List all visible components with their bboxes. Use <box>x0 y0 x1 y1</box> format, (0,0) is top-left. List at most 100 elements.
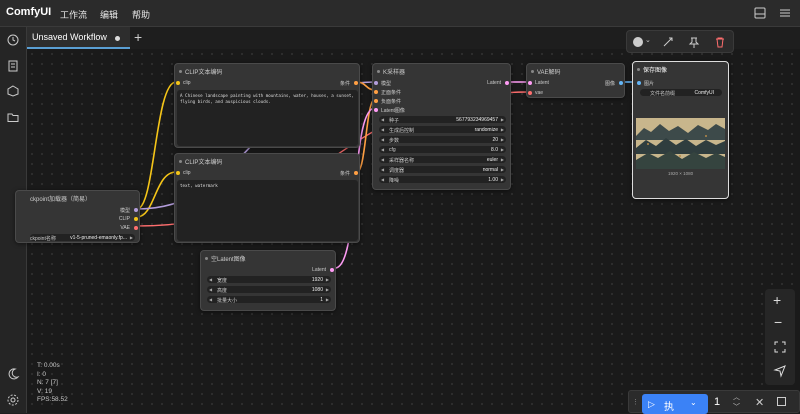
checkpoint-loader-node[interactable]: ckpoint加载器（简易） 模型 CLIP VAE ckpoint名称 v1-… <box>15 190 140 243</box>
ckpt-name-widget[interactable]: ckpoint名称 v1-5-pruned-emaonly.fp... ▶ <box>30 234 135 242</box>
node-title: 保存图像 <box>643 68 668 74</box>
generated-image-preview[interactable] <box>636 118 725 169</box>
input-model: 模型 <box>381 81 392 87</box>
stat-iter: I: 0 <box>37 370 47 378</box>
latent-output-dot[interactable] <box>505 81 509 85</box>
seed-widget[interactable]: ◀ 种子 567793234969457 ▶ <box>379 116 506 124</box>
model-output-dot[interactable] <box>134 208 138 212</box>
hamburger-menu-icon[interactable] <box>778 6 792 20</box>
output-conditioning: 条件 <box>339 81 350 87</box>
save-image-node[interactable]: 保存图像 图片 文件名前缀 ComfyUI 1920 × 1080 <box>632 61 729 199</box>
theme-moon-icon[interactable] <box>6 367 20 381</box>
node-library-icon[interactable] <box>6 84 20 98</box>
queue-panel: ⋮⋮ ▷ 执 ⌄ 1 ︿ ﹀ ✕ <box>628 390 800 414</box>
app-logo: ComfyUI <box>6 6 52 18</box>
height-widget[interactable]: ◀ 高度 1080 ▶ <box>207 286 331 294</box>
ksampler-node[interactable]: K采样器 模型 正面条件 负面条件 Latent图像 Latent ◀ 种子 567… <box>372 63 511 190</box>
menu-bar: ComfyUI 工作流 编辑 帮助 <box>0 0 800 27</box>
settings-gear-icon[interactable] <box>6 393 20 407</box>
clip-text-encode-positive-node[interactable]: CLIP文本编码 clip 条件 A Chinese landscape pai… <box>174 63 360 148</box>
conditioning-output-dot[interactable] <box>354 81 358 85</box>
run-label: 执 <box>664 402 674 413</box>
vae-output-dot[interactable] <box>134 226 138 230</box>
arrow-right-icon[interactable]: ▶ <box>130 235 133 240</box>
image-input-dot[interactable] <box>637 81 641 85</box>
cfg-widget[interactable]: ◀ cfg 8.0 ▶ <box>379 146 506 153</box>
denoise-widget[interactable]: ◀ 降噪 1.00 ▶ <box>379 176 506 184</box>
fit-view-icon[interactable] <box>773 340 787 354</box>
conditioning-output-dot[interactable] <box>354 171 358 175</box>
zoom-out-icon[interactable]: − <box>774 314 782 330</box>
input-positive: 正面条件 <box>381 90 402 96</box>
latent-input-dot[interactable] <box>528 81 532 85</box>
folder-icon[interactable] <box>6 110 20 124</box>
negative-input-dot[interactable] <box>374 99 378 103</box>
decrement-icon[interactable]: ﹀ <box>733 402 740 412</box>
menu-help[interactable]: 帮助 <box>132 8 150 21</box>
positive-input-dot[interactable] <box>374 90 378 94</box>
clip-text-encode-negative-node[interactable]: CLIP文本编码 clip 条件 text, watermark <box>174 153 360 243</box>
image-size-caption: 1920 × 1080 <box>668 171 694 176</box>
checkbox-icon[interactable] <box>777 397 786 406</box>
latent-output-dot[interactable] <box>330 268 334 272</box>
chevron-down-icon[interactable]: ⌄ <box>645 36 651 44</box>
input-latent: Latent <box>535 80 549 86</box>
queue-icon[interactable] <box>6 59 20 73</box>
input-latent: Latent图像 <box>381 108 405 114</box>
node-status-dot <box>637 68 640 71</box>
close-icon[interactable]: ✕ <box>755 396 764 409</box>
widget-value: v1-5-pruned-emaonly.fp... <box>70 235 127 241</box>
canvas-zoom-toolbar: + − <box>765 289 795 385</box>
node-title: ckpoint加载器（简易） <box>30 197 92 203</box>
width-widget[interactable]: ◀ 宽度 1920 ▶ <box>207 276 331 284</box>
bypass-icon[interactable] <box>661 35 675 49</box>
empty-latent-image-node[interactable]: 空Latent图像 Latent ◀ 宽度 1920 ▶ ◀ 高度 1080 ▶ ◀ 批量大小… <box>200 250 336 311</box>
node-status-dot <box>377 70 380 73</box>
node-title: CLIP文本编码 <box>185 70 223 76</box>
history-icon[interactable] <box>6 33 20 47</box>
menu-workflow[interactable]: 工作流 <box>60 8 87 21</box>
steps-widget[interactable]: ◀ 步数 20 ▶ <box>379 136 506 144</box>
vae-input-dot[interactable] <box>528 91 532 95</box>
stat-time: T: 0.00s <box>37 362 60 369</box>
panel-layout-icon[interactable] <box>753 6 767 20</box>
workflow-tab[interactable]: Unsaved Workflow <box>27 27 130 49</box>
color-picker-icon[interactable] <box>633 37 643 47</box>
run-button[interactable]: ▷ 执 ⌄ <box>642 394 708 414</box>
node-status-dot <box>205 257 208 260</box>
output-vae: VAE <box>120 225 130 231</box>
batch-count-input[interactable]: 1 <box>714 396 720 408</box>
input-clip: clip <box>183 170 191 176</box>
image-output-dot[interactable] <box>619 81 623 85</box>
increment-icon[interactable]: ︿ <box>733 392 740 402</box>
prompt-textarea[interactable]: A Chinese landscape painting with mounta… <box>177 90 358 146</box>
sampler-name-widget[interactable]: ◀ 采样器名称 euler ▶ <box>379 156 506 164</box>
node-status-dot <box>531 70 534 73</box>
clip-input-dot[interactable] <box>176 81 180 85</box>
node-title: 空Latent图像 <box>211 257 246 263</box>
control-after-generate-widget[interactable]: ◀ 生成后控制 randomize ▶ <box>379 126 506 134</box>
add-tab-button[interactable]: + <box>134 29 142 45</box>
input-images: 图片 <box>644 81 655 87</box>
pin-icon[interactable] <box>687 35 701 49</box>
play-icon: ▷ <box>648 399 655 409</box>
scheduler-widget[interactable]: ◀ 调度器 normal ▶ <box>379 166 506 174</box>
model-input-dot[interactable] <box>374 81 378 85</box>
selection-toolbar: ⌄ <box>626 30 734 53</box>
batch-size-widget[interactable]: ◀ 批量大小 1 ▶ <box>207 296 331 304</box>
clip-input-dot[interactable] <box>176 171 180 175</box>
trash-icon[interactable] <box>713 35 727 49</box>
clip-output-dot[interactable] <box>134 217 138 221</box>
zoom-in-icon[interactable]: + <box>773 292 781 308</box>
negative-prompt-textarea[interactable]: text, watermark <box>177 180 358 241</box>
filename-prefix-widget[interactable]: 文件名前缀 ComfyUI <box>640 89 722 97</box>
stat-nodes: N: 7 [7] <box>37 379 58 387</box>
node-title: K采样器 <box>383 70 406 76</box>
node-status-dot <box>179 160 182 163</box>
chevron-down-icon[interactable]: ⌄ <box>690 398 697 407</box>
vae-decode-node[interactable]: VAE解码 Latent vae 图像 <box>526 63 625 98</box>
menu-edit[interactable]: 编辑 <box>100 8 118 21</box>
latent-input-dot[interactable] <box>374 108 378 112</box>
output-conditioning: 条件 <box>339 171 350 177</box>
pointer-mode-icon[interactable] <box>773 364 787 378</box>
